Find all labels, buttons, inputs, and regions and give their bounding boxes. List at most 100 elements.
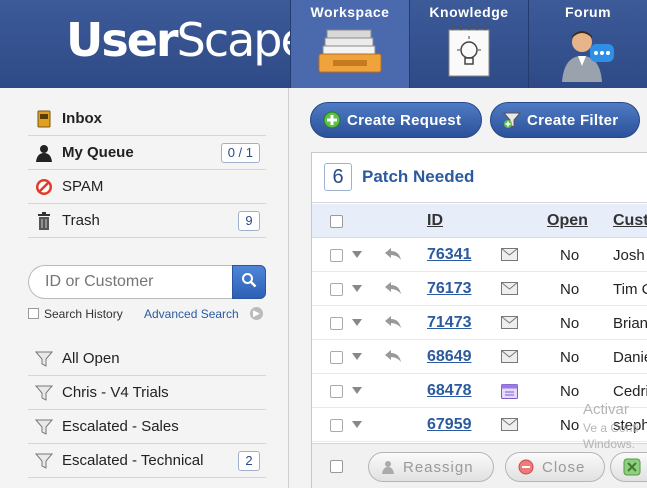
more-actions-button[interactable]	[610, 452, 647, 482]
folder-list: Inbox My Queue 0 / 1 SPAM Trash 9	[28, 102, 266, 238]
select-all-checkbox[interactable]	[330, 215, 343, 228]
search-icon	[241, 272, 257, 293]
close-button[interactable]: Close	[505, 452, 605, 482]
mail-icon	[501, 282, 518, 295]
open-status: No	[560, 383, 580, 400]
filter-item-all-open[interactable]: All Open	[28, 342, 266, 376]
tab-knowledge-label: Knowledge	[429, 4, 509, 20]
table-row[interactable]: 76173 No Tim C	[312, 272, 647, 306]
tab-workspace-label: Workspace	[310, 4, 390, 20]
customer-name: Brian	[613, 315, 647, 332]
search-options: Search History Advanced Search ▶	[28, 306, 268, 322]
open-status: No	[560, 281, 580, 298]
request-id-link[interactable]: 71473	[427, 314, 472, 332]
search-history-checkbox[interactable]	[28, 308, 39, 319]
column-header-customer[interactable]: Cust	[613, 212, 647, 230]
reply-icon	[384, 315, 402, 329]
sidebar-item-my-queue[interactable]: My Queue 0 / 1	[28, 136, 266, 170]
sidebar-item-trash[interactable]: Trash 9	[28, 204, 266, 238]
column-header-open[interactable]: Open	[547, 212, 588, 230]
tab-knowledge[interactable]: Knowledge	[409, 0, 528, 88]
customer-name: Tim C	[613, 281, 647, 298]
table-row[interactable]: 67959 No steph	[312, 408, 647, 442]
open-status: No	[560, 247, 580, 264]
userscape-logo[interactable]: UserScape	[66, 12, 309, 68]
person-icon	[32, 143, 56, 163]
open-status: No	[560, 349, 580, 366]
search-button[interactable]	[232, 265, 266, 299]
tab-workspace[interactable]: Workspace	[290, 0, 409, 88]
filter-item-label: Chris - V4 Trials	[62, 384, 169, 401]
request-id-link[interactable]: 67959	[427, 416, 472, 434]
lightbulb-notebook-icon	[443, 26, 495, 85]
row-checkbox[interactable]	[330, 351, 343, 364]
open-status: No	[560, 417, 580, 434]
search-input[interactable]	[28, 265, 234, 299]
main-area: Create Request Create Filter 6 Patch Nee…	[290, 88, 647, 488]
row-menu-arrow-icon[interactable]	[352, 353, 362, 360]
queue-count-badge: 0 / 1	[220, 143, 260, 163]
row-menu-arrow-icon[interactable]	[352, 387, 362, 394]
search-history-label[interactable]: Search History	[44, 307, 123, 321]
plus-icon	[323, 111, 341, 129]
filter-item-escalated-technical[interactable]: Escalated - Technical 2	[28, 444, 266, 478]
request-id-link[interactable]: 76341	[427, 246, 472, 264]
no-entry-icon	[32, 177, 56, 197]
row-checkbox[interactable]	[330, 249, 343, 262]
create-request-button[interactable]: Create Request	[310, 102, 482, 138]
funnel-icon	[32, 451, 56, 471]
reply-icon	[384, 349, 402, 363]
sidebar-item-label: My Queue	[62, 144, 134, 161]
row-checkbox[interactable]	[330, 317, 343, 330]
inbox-tray-icon	[313, 26, 387, 85]
row-checkbox[interactable]	[330, 419, 343, 432]
reassign-button[interactable]: Reassign	[368, 452, 494, 482]
logo-text-user: User	[66, 13, 179, 67]
calendar-icon	[501, 384, 518, 399]
mail-icon	[501, 316, 518, 329]
tab-forum-label: Forum	[564, 4, 612, 20]
filter-item-escalated-sales[interactable]: Escalated - Sales	[28, 410, 266, 444]
arrow-right-circle-icon[interactable]: ▶	[250, 307, 263, 320]
request-table-body: 76341 No Josh 76173 No Tim C	[312, 238, 647, 442]
request-id-link[interactable]: 76173	[427, 280, 472, 298]
green-grid-icon	[623, 458, 641, 476]
footer-select-all-checkbox[interactable]	[330, 460, 343, 473]
table-row[interactable]: 68478 No Cedri	[312, 374, 647, 408]
create-request-label: Create Request	[347, 111, 462, 129]
request-id-link[interactable]: 68478	[427, 382, 472, 400]
row-menu-arrow-icon[interactable]	[352, 319, 362, 326]
table-row[interactable]: 76341 No Josh	[312, 238, 647, 272]
sidebar: Inbox My Queue 0 / 1 SPAM Trash 9 ID or …	[0, 88, 289, 488]
customer-name: steph	[613, 417, 647, 434]
row-menu-arrow-icon[interactable]	[352, 421, 362, 428]
row-checkbox[interactable]	[330, 283, 343, 296]
close-label: Close	[542, 458, 586, 476]
trash-count-badge: 9	[238, 211, 260, 231]
sidebar-item-label: Inbox	[62, 110, 102, 127]
table-row[interactable]: 68649 No Danie	[312, 340, 647, 374]
request-id-link[interactable]: 68649	[427, 348, 472, 366]
logo-text-scape: Scape	[176, 13, 309, 67]
create-filter-button[interactable]: Create Filter	[490, 102, 640, 138]
open-status: No	[560, 315, 580, 332]
tab-forum[interactable]: Forum	[528, 0, 647, 88]
row-menu-arrow-icon[interactable]	[352, 251, 362, 258]
funnel-icon	[32, 417, 56, 437]
main-tabs: Workspace Knowledge Forum	[290, 0, 647, 88]
filter-item-label: Escalated - Sales	[62, 418, 179, 435]
reply-icon	[384, 247, 402, 261]
advanced-search-link[interactable]: Advanced Search	[144, 307, 239, 321]
funnel-icon	[32, 349, 56, 369]
row-checkbox[interactable]	[330, 385, 343, 398]
sidebar-item-spam[interactable]: SPAM	[28, 170, 266, 204]
filter-item-chris-v4-trials[interactable]: Chris - V4 Trials	[28, 376, 266, 410]
mail-icon	[501, 248, 518, 261]
table-row[interactable]: 71473 No Brian	[312, 306, 647, 340]
sidebar-item-inbox[interactable]: Inbox	[28, 102, 266, 136]
column-header-id[interactable]: ID	[427, 212, 443, 230]
row-menu-arrow-icon[interactable]	[352, 285, 362, 292]
funnel-plus-icon	[503, 111, 521, 129]
sidebar-item-label: SPAM	[62, 178, 104, 195]
filter-list: All Open Chris - V4 Trials Escalated - S…	[28, 342, 266, 478]
